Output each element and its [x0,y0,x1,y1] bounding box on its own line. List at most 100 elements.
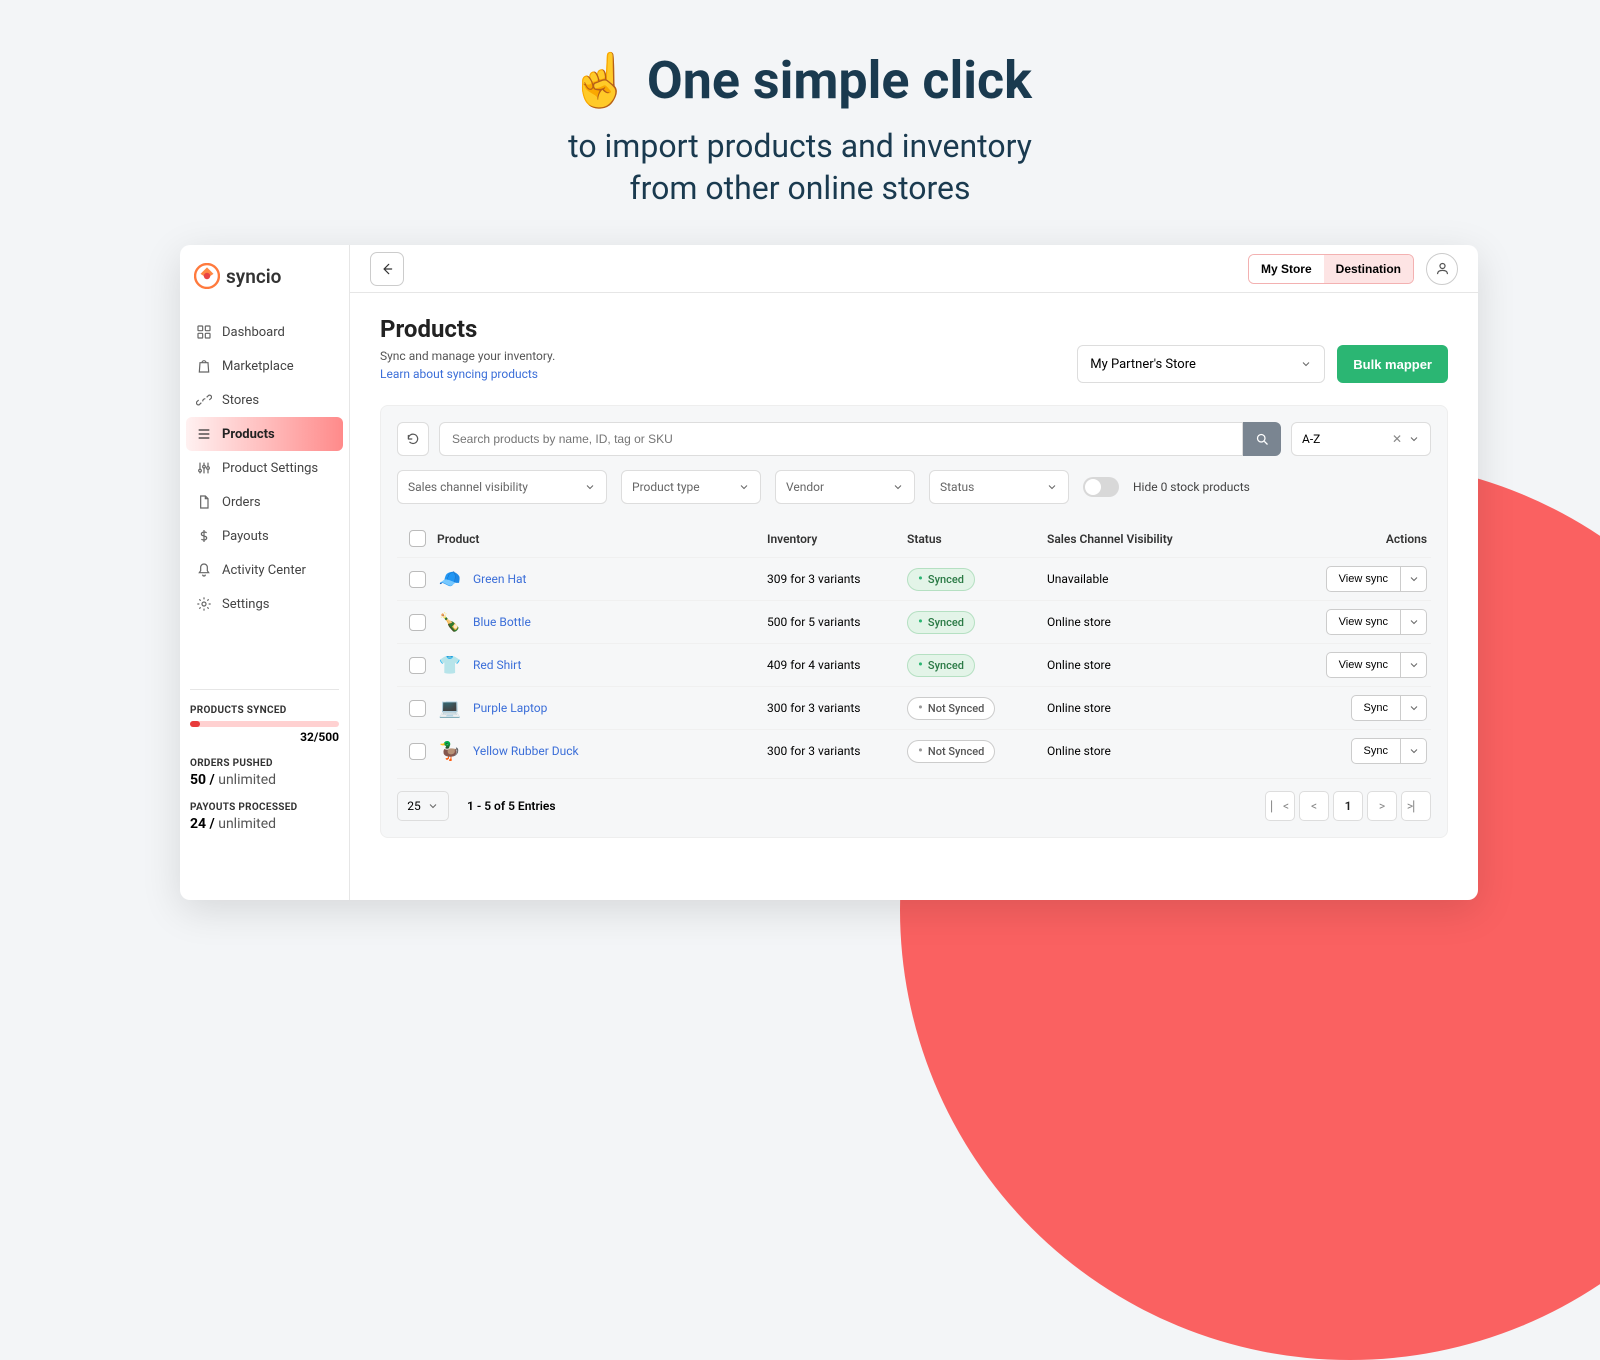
my-store-tab[interactable]: My Store [1249,255,1324,283]
app-window: syncio DashboardMarketplaceStoresProduct… [180,245,1478,900]
hero-title: ☝️ One simple click [568,50,1032,111]
product-type-filter[interactable]: Product type [621,470,761,504]
nav-item-payouts[interactable]: Payouts [180,519,349,553]
chevron-down-icon [892,481,904,493]
product-name-link[interactable]: Yellow Rubber Duck [473,744,579,758]
brand-logo: syncio [180,245,349,307]
status-badge: Synced [907,654,975,677]
search-input[interactable] [439,422,1243,456]
row-checkbox[interactable] [409,614,426,631]
col-visibility: Sales Channel Visibility [1047,532,1262,546]
per-page-select[interactable]: 25 [397,791,449,821]
page-last[interactable]: >⎸ [1401,791,1431,821]
logo-icon [194,263,220,289]
page-title: Products [380,315,555,343]
bulk-mapper-button[interactable]: Bulk mapper [1337,345,1448,383]
product-thumbnail: 🧢 [437,566,463,592]
bell-icon [196,562,212,578]
status-filter[interactable]: Status [929,470,1069,504]
profile-button[interactable] [1426,253,1458,285]
search-icon [1255,432,1270,447]
select-all-checkbox[interactable] [409,530,426,547]
nav-item-products[interactable]: Products [186,417,343,451]
product-thumbnail: 👕 [437,652,463,678]
nav-item-stores[interactable]: Stores [180,383,349,417]
nav-item-activity-center[interactable]: Activity Center [180,553,349,587]
pointing-up-emoji: ☝️ [568,50,633,111]
nav-item-marketplace[interactable]: Marketplace [180,349,349,383]
view-sync-button[interactable]: View sync [1326,566,1401,592]
action-dropdown[interactable] [1401,652,1427,678]
product-name-link[interactable]: Green Hat [473,572,526,586]
action-dropdown[interactable] [1401,738,1427,764]
action-dropdown[interactable] [1401,566,1427,592]
row-checkbox[interactable] [409,700,426,717]
nav-list: DashboardMarketplaceStoresProductsProduc… [180,307,349,629]
row-checkbox[interactable] [409,657,426,674]
nav-label: Activity Center [222,563,306,578]
view-sync-button[interactable]: View sync [1326,609,1401,635]
topbar: My Store Destination [350,245,1478,293]
product-name-link[interactable]: Blue Bottle [473,615,531,629]
chevron-down-icon [738,481,750,493]
sync-button[interactable]: Sync [1351,695,1401,721]
hide-zero-stock-label: Hide 0 stock products [1133,480,1250,494]
sync-button[interactable]: Sync [1351,738,1401,764]
destination-tab[interactable]: Destination [1324,255,1413,283]
nav-item-dashboard[interactable]: Dashboard [180,315,349,349]
store-toggle: My Store Destination [1248,254,1414,284]
nav-item-product-settings[interactable]: Product Settings [180,451,349,485]
visibility-filter[interactable]: Sales channel visibility [397,470,607,504]
table-row: 💻 Purple Laptop 300 for 3 variants Not S… [397,686,1431,729]
clear-sort-icon[interactable]: ✕ [1392,432,1402,446]
action-dropdown[interactable] [1401,695,1427,721]
inventory-cell: 500 for 5 variants [767,615,907,629]
page-first[interactable]: ⎸< [1265,791,1295,821]
visibility-cell: Online store [1047,744,1262,758]
col-inventory: Inventory [767,532,907,546]
chevron-down-icon [1046,481,1058,493]
nav-label: Settings [222,597,269,612]
vendor-filter[interactable]: Vendor [775,470,915,504]
refresh-button[interactable] [397,422,429,456]
chevron-down-icon [427,800,439,812]
partner-store-select[interactable]: My Partner's Store [1077,345,1325,383]
entries-text: 1 - 5 of 5 Entries [467,799,556,813]
table-row: 🍾 Blue Bottle 500 for 5 variants Synced … [397,600,1431,643]
inventory-cell: 300 for 3 variants [767,744,907,758]
nav-item-settings[interactable]: Settings [180,587,349,621]
grid-icon [196,324,212,340]
products-synced-label: PRODUCTS SYNCED [190,705,339,716]
chevron-down-icon [1408,702,1420,714]
learn-link[interactable]: Learn about syncing products [380,367,538,381]
page-next[interactable]: > [1367,791,1397,821]
inventory-cell: 300 for 3 variants [767,701,907,715]
action-dropdown[interactable] [1401,609,1427,635]
link-icon [196,392,212,408]
back-button[interactable] [370,252,404,286]
product-name-link[interactable]: Purple Laptop [473,701,547,715]
view-sync-button[interactable]: View sync [1326,652,1401,678]
refresh-icon [406,432,420,446]
page-prev[interactable]: < [1299,791,1329,821]
nav-item-orders[interactable]: Orders [180,485,349,519]
products-synced-value: 32/500 [190,730,339,744]
arrow-left-icon [380,262,394,276]
col-product: Product [437,532,767,546]
page-current[interactable]: 1 [1333,791,1363,821]
status-badge: Synced [907,611,975,634]
file-icon [196,494,212,510]
search-button[interactable] [1243,422,1281,456]
table-row: 👕 Red Shirt 409 for 4 variants Synced On… [397,643,1431,686]
table-row: 🧢 Green Hat 309 for 3 variants Synced Un… [397,557,1431,600]
status-badge: Synced [907,568,975,591]
product-name-link[interactable]: Red Shirt [473,658,521,672]
settings2-icon [196,460,212,476]
row-checkbox[interactable] [409,571,426,588]
row-checkbox[interactable] [409,743,426,760]
products-table: Product Inventory Status Sales Channel V… [397,520,1431,821]
hide-zero-stock-toggle[interactable] [1083,477,1119,497]
chevron-down-icon [1408,433,1420,445]
sort-select[interactable]: A-Z ✕ [1291,422,1431,456]
dollar-icon [196,528,212,544]
